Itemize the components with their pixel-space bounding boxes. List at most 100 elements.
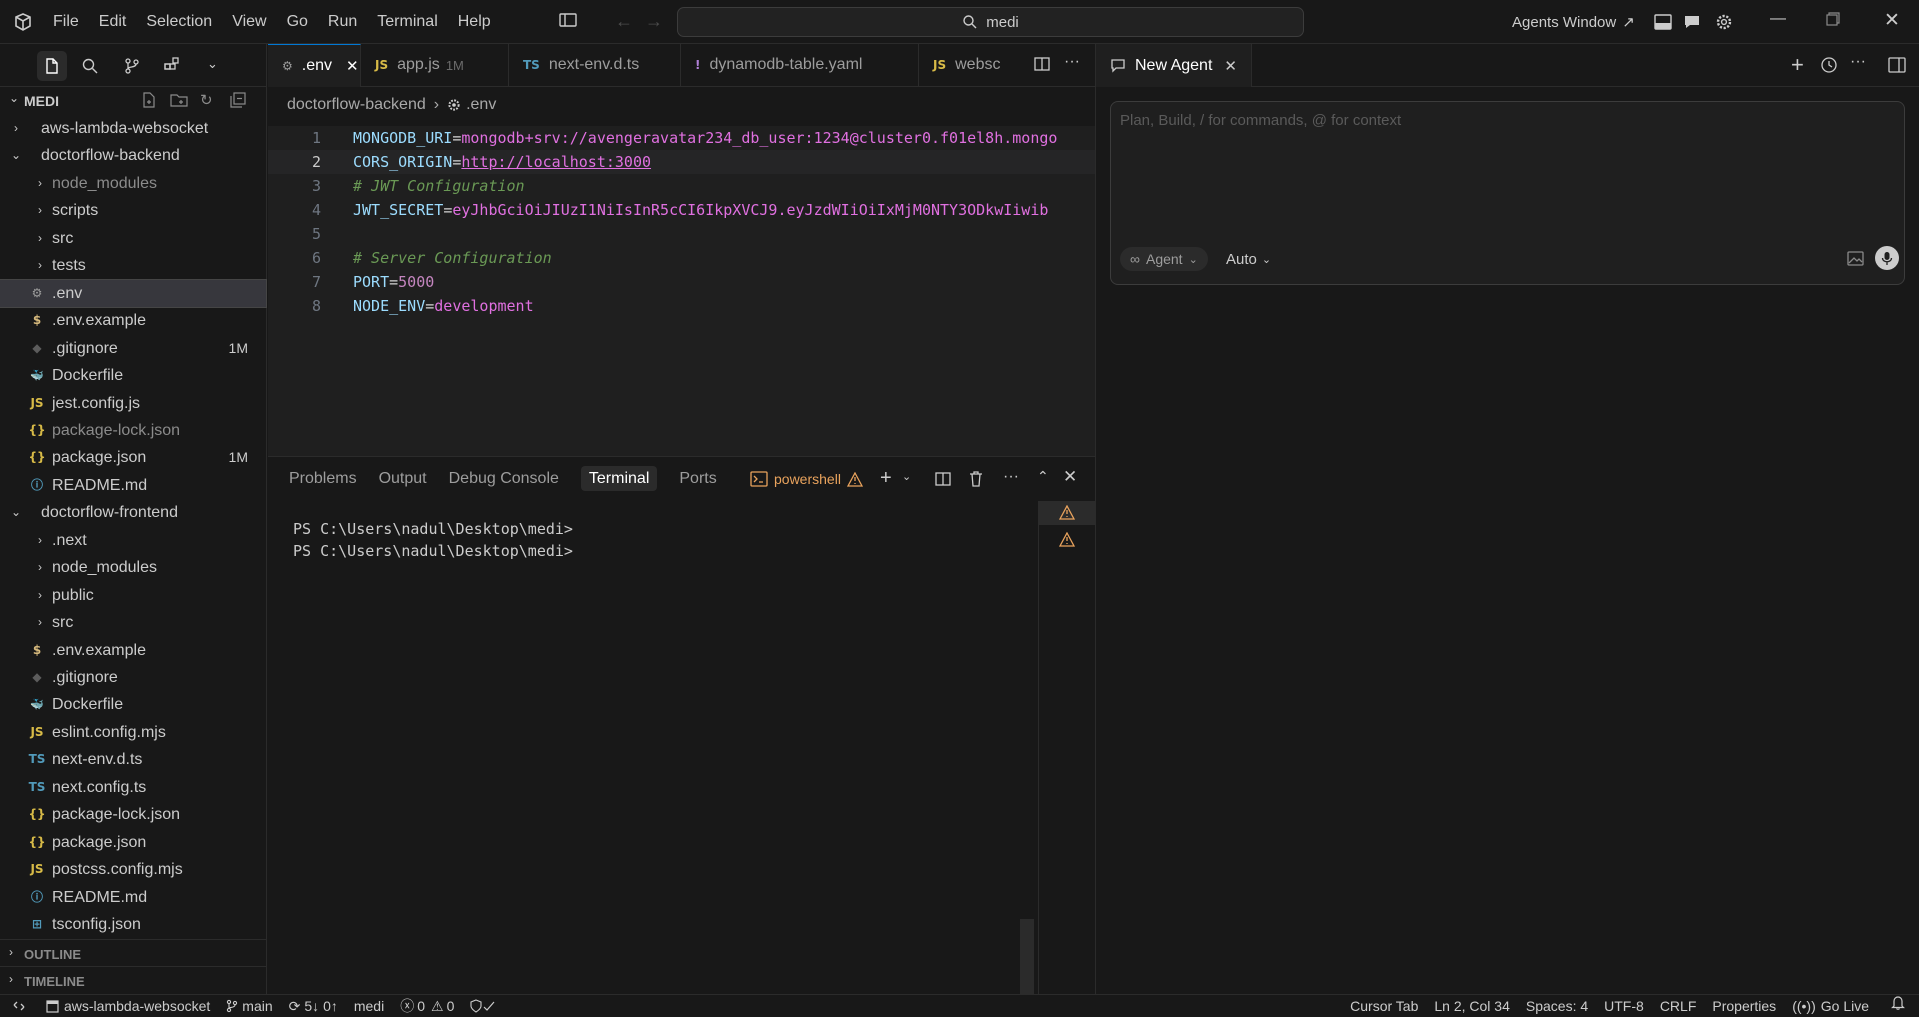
file-item[interactable]: JS jest.config.js bbox=[0, 390, 266, 417]
split-editor-icon[interactable] bbox=[1033, 55, 1051, 73]
file-item[interactable]: $ .env.example bbox=[0, 307, 266, 334]
editor-tab[interactable]: ! dynamodb-table.yaml bbox=[681, 43, 919, 87]
chevron-down-icon[interactable]: ⌄ bbox=[902, 470, 911, 483]
code-editor[interactable]: 1 MONGODB_URI=mongodb+srv://avengeravatar… bbox=[268, 126, 1095, 456]
settings-gear-icon[interactable] bbox=[1710, 8, 1738, 36]
file-item[interactable]: ⓘ README.md bbox=[0, 472, 266, 499]
file-item[interactable]: 🐳 Dockerfile bbox=[0, 691, 266, 718]
status-cursor-position[interactable]: Ln 2, Col 34 bbox=[1426, 995, 1518, 1017]
maximize-panel-icon[interactable]: ⌃ bbox=[1037, 468, 1049, 485]
panel-tab-terminal[interactable]: Terminal bbox=[570, 457, 668, 501]
status-workspace[interactable]: aws-lambda-websocket bbox=[38, 995, 218, 1017]
menu-go[interactable]: Go bbox=[277, 0, 318, 44]
file-item[interactable]: {} package.json 1M bbox=[0, 444, 266, 471]
outline-section-header[interactable]: › OUTLINE bbox=[0, 939, 266, 966]
search-icon[interactable] bbox=[81, 57, 99, 75]
history-icon[interactable] bbox=[1820, 56, 1838, 74]
status-problems[interactable]: ⓧ 0 ⚠ 0 bbox=[392, 995, 462, 1017]
editor-tab[interactable]: ⚙ .env ✕ bbox=[268, 43, 361, 87]
file-item[interactable]: $ .env.example bbox=[0, 637, 266, 664]
panel-tab-problems[interactable]: Problems bbox=[278, 457, 368, 501]
editor-tab[interactable]: JS websc bbox=[919, 44, 1028, 87]
terminal-shell-selector[interactable]: powershell bbox=[750, 469, 863, 489]
split-terminal-icon[interactable] bbox=[934, 470, 952, 488]
status-cursor-tab[interactable]: Cursor Tab bbox=[1342, 995, 1426, 1017]
editor-tab[interactable]: JS app.js 1M bbox=[361, 43, 509, 87]
file-item[interactable]: 🐳 Dockerfile bbox=[0, 362, 266, 389]
new-terminal-icon[interactable]: + bbox=[880, 467, 892, 490]
folder-item[interactable]: › tests bbox=[0, 252, 266, 279]
command-search-box[interactable]: medi bbox=[677, 7, 1304, 37]
remote-indicator[interactable] bbox=[0, 995, 38, 1017]
image-icon[interactable] bbox=[1847, 251, 1864, 266]
folder-item[interactable]: › src bbox=[0, 225, 266, 252]
close-icon[interactable]: ✕ bbox=[1224, 57, 1237, 75]
agents-window-link[interactable]: Agents Window ↗ bbox=[1512, 0, 1635, 44]
panel-tab-output[interactable]: Output bbox=[368, 457, 438, 501]
back-arrow-icon[interactable]: ← bbox=[615, 11, 633, 32]
agent-mode-selector[interactable]: ∞ Agent ⌄ bbox=[1120, 247, 1208, 271]
status-branch[interactable]: main bbox=[218, 995, 280, 1017]
status-encoding[interactable]: UTF-8 bbox=[1596, 995, 1652, 1017]
file-item[interactable]: ◆ .gitignore 1M bbox=[0, 335, 266, 362]
new-agent-icon[interactable]: + bbox=[1791, 52, 1804, 78]
more-actions-icon[interactable]: ··· bbox=[1850, 53, 1866, 71]
folder-item[interactable]: › src bbox=[0, 609, 266, 636]
editor-tab[interactable]: TS next-env.d.ts bbox=[509, 43, 681, 87]
panel-tab-ports[interactable]: Ports bbox=[668, 457, 727, 501]
microphone-icon[interactable] bbox=[1875, 246, 1899, 270]
chat-icon[interactable] bbox=[1678, 8, 1706, 36]
terminal-scrollbar[interactable] bbox=[1020, 919, 1034, 994]
panel-tab-debug-console[interactable]: Debug Console bbox=[438, 457, 570, 501]
folder-item[interactable]: › .next bbox=[0, 527, 266, 554]
new-file-icon[interactable] bbox=[141, 92, 157, 108]
timeline-section-header[interactable]: › TIMELINE bbox=[0, 966, 266, 993]
menu-edit[interactable]: Edit bbox=[89, 0, 137, 44]
file-item[interactable]: TS next.config.ts bbox=[0, 774, 266, 801]
folder-item[interactable]: › scripts bbox=[0, 197, 266, 224]
toggle-panel-icon[interactable] bbox=[1649, 8, 1677, 36]
close-window-icon[interactable]: ✕ bbox=[1884, 9, 1900, 32]
close-panel-icon[interactable]: ✕ bbox=[1063, 467, 1077, 487]
agent-tab[interactable]: New Agent ✕ bbox=[1096, 44, 1252, 87]
folder-item[interactable]: ⌄ doctorflow-frontend bbox=[0, 499, 266, 526]
file-item[interactable]: JS eslint.config.mjs bbox=[0, 719, 266, 746]
explorer-files-icon[interactable] bbox=[37, 51, 67, 81]
more-actions-icon[interactable]: ··· bbox=[1064, 53, 1080, 71]
menu-view[interactable]: View bbox=[222, 0, 276, 44]
extensions-icon[interactable] bbox=[163, 57, 181, 75]
model-selector[interactable]: Auto ⌄ bbox=[1226, 247, 1271, 271]
terminal-output[interactable]: PS C:\Users\nadul\Desktop\medi> PS C:\Use… bbox=[268, 501, 1038, 995]
menu-terminal[interactable]: Terminal bbox=[367, 0, 447, 44]
minimize-icon[interactable]: — bbox=[1770, 10, 1786, 28]
file-item[interactable]: ⊞ tsconfig.json bbox=[0, 911, 266, 938]
file-item[interactable]: TS next-env.d.ts bbox=[0, 746, 266, 773]
menu-run[interactable]: Run bbox=[318, 0, 367, 44]
file-item[interactable]: JS postcss.config.mjs bbox=[0, 856, 266, 883]
terminal-instance-1[interactable] bbox=[1039, 501, 1095, 525]
folder-item[interactable]: › node_modules bbox=[0, 170, 266, 197]
bell-icon[interactable] bbox=[1877, 995, 1919, 1017]
folder-item[interactable]: › node_modules bbox=[0, 554, 266, 581]
agent-input-box[interactable]: Plan, Build, / for commands, @ for conte… bbox=[1110, 101, 1905, 285]
folder-item[interactable]: › public bbox=[0, 582, 266, 609]
menu-help[interactable]: Help bbox=[448, 0, 501, 44]
close-icon[interactable]: ✕ bbox=[346, 57, 359, 75]
terminal-instance-2[interactable] bbox=[1039, 528, 1095, 552]
explorer-root-header[interactable]: ⌄ MEDI ↻ bbox=[0, 87, 266, 114]
folder-item[interactable]: ⌄ doctorflow-backend bbox=[0, 142, 266, 169]
file-item[interactable]: {} package-lock.json bbox=[0, 417, 266, 444]
status-language[interactable]: Properties bbox=[1704, 995, 1784, 1017]
file-item[interactable]: ◆ .gitignore bbox=[0, 664, 266, 691]
status-indentation[interactable]: Spaces: 4 bbox=[1518, 995, 1596, 1017]
file-item[interactable]: {} package-lock.json bbox=[0, 801, 266, 828]
status-go-live[interactable]: ((•)) Go Live bbox=[1784, 995, 1877, 1017]
trash-icon[interactable] bbox=[968, 470, 984, 488]
restore-icon[interactable] bbox=[1826, 12, 1840, 26]
status-shield-check[interactable] bbox=[462, 995, 504, 1017]
file-item[interactable]: ⚙ .env bbox=[0, 278, 267, 308]
breadcrumb-file[interactable]: .env bbox=[466, 96, 496, 114]
toggle-sidebar-icon[interactable] bbox=[556, 8, 580, 32]
menu-file[interactable]: File bbox=[43, 0, 89, 44]
breadcrumb-folder[interactable]: doctorflow-backend bbox=[287, 96, 426, 114]
